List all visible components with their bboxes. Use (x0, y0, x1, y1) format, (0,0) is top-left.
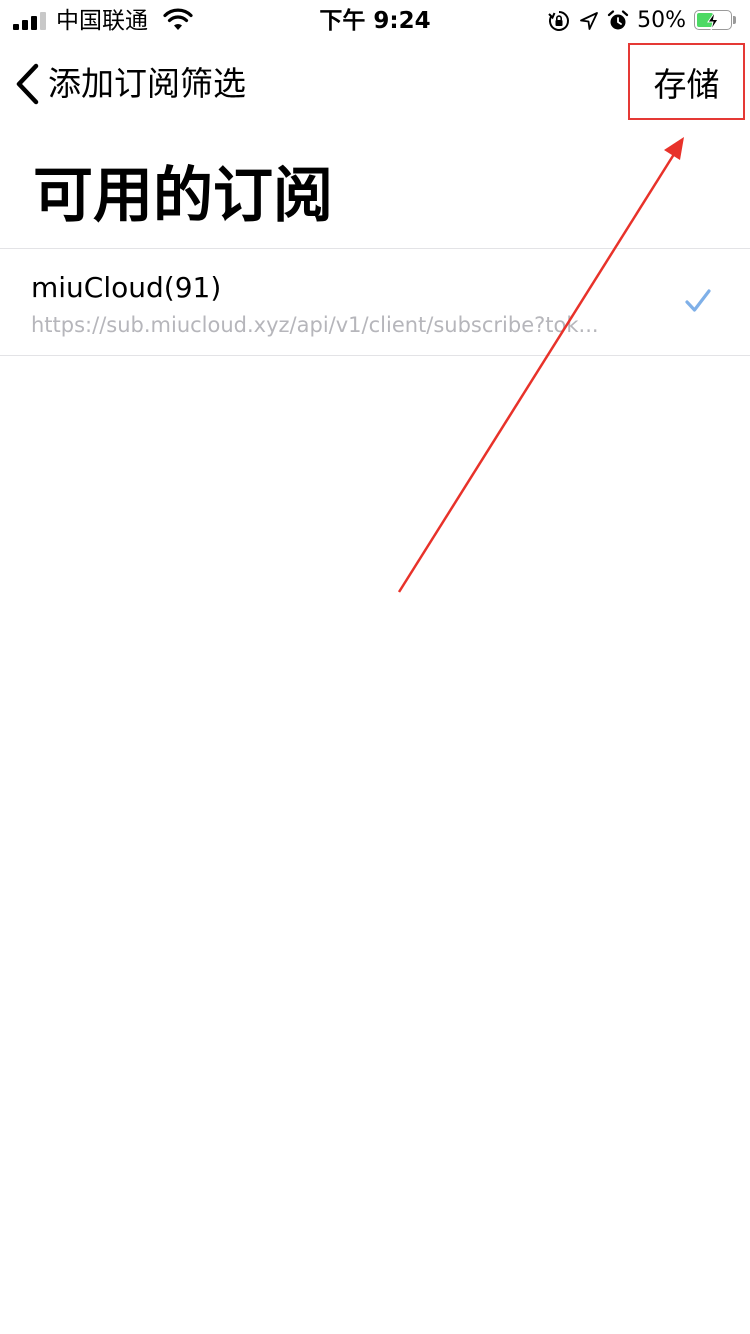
orientation-lock-icon (547, 9, 571, 33)
status-bar: 中国联通 下午 9:24 50% (0, 0, 750, 40)
chevron-left-icon (14, 63, 40, 105)
back-button[interactable]: 添加订阅筛选 (14, 54, 246, 114)
subscription-list: miuCloud(91) https://sub.miucloud.xyz/ap… (0, 248, 750, 356)
subscription-row[interactable]: miuCloud(91) https://sub.miucloud.xyz/ap… (0, 249, 750, 356)
back-button-label: 添加订阅筛选 (48, 64, 246, 103)
save-button[interactable]: 存储 (628, 43, 745, 120)
navigation-bar: 添加订阅筛选 存储 (0, 40, 750, 128)
alarm-icon (607, 10, 629, 32)
status-right-group: 50% (547, 6, 738, 36)
battery-percent: 50% (637, 8, 686, 33)
subscription-name: miuCloud(91) (31, 271, 222, 304)
location-icon (579, 11, 599, 31)
charging-bolt-icon (705, 11, 721, 35)
battery-icon (694, 10, 738, 32)
checkmark-icon (684, 287, 712, 315)
subscription-url: https://sub.miucloud.xyz/api/v1/client/s… (31, 313, 599, 337)
page-title: 可用的订阅 (33, 161, 333, 231)
